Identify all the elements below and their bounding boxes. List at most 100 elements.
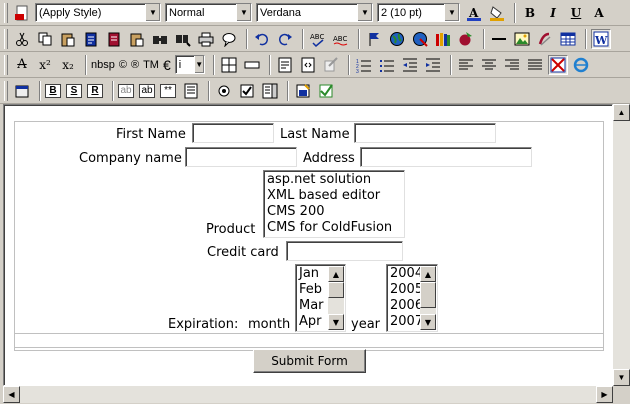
chevron-down-icon[interactable]: ▼ (193, 56, 204, 73)
chevron-down-icon[interactable]: ▼ (236, 4, 251, 21)
month-listbox[interactable]: Jan Feb Mar Apr ▲ ▼ (295, 264, 346, 332)
word-document-icon[interactable]: W (591, 28, 611, 49)
insert-checkbox-icon[interactable] (237, 81, 257, 101)
scroll-up-icon[interactable]: ▲ (613, 104, 630, 121)
paste-text-icon[interactable] (81, 29, 101, 49)
scroll-down-icon[interactable]: ▼ (420, 314, 436, 330)
scroll-up-icon[interactable]: ▲ (420, 266, 436, 282)
superscript-button[interactable]: x² (35, 55, 55, 75)
list-item[interactable]: asp.net solution (264, 172, 404, 188)
insert-span-icon[interactable] (242, 55, 262, 75)
insert-radio-icon[interactable] (214, 81, 234, 101)
insert-form-icon[interactable] (12, 81, 32, 101)
hyperlink-icon[interactable] (387, 29, 407, 49)
spellcheck-as-you-type-icon[interactable]: ABC (331, 29, 351, 49)
insert-submit-s[interactable]: S (66, 83, 82, 98)
copyright-button[interactable]: © (119, 59, 127, 71)
horizontal-rule-icon[interactable] (489, 29, 509, 49)
nbsp-button[interactable]: nbsp (91, 59, 115, 71)
undo-icon[interactable] (252, 29, 272, 49)
apply-style-select[interactable]: (Apply Style) ▼ (35, 3, 161, 22)
cut-icon[interactable] (12, 29, 32, 49)
insert-image-button-icon[interactable] (293, 81, 313, 101)
trademark-button[interactable]: TM (143, 59, 159, 71)
align-justify-icon[interactable] (525, 55, 545, 75)
toolbar-grip[interactable] (4, 28, 8, 49)
underline-button[interactable]: U (566, 3, 586, 23)
replace-icon[interactable] (173, 29, 193, 49)
font-family-select[interactable]: Verdana ▼ (256, 3, 373, 22)
product-listbox[interactable]: asp.net solution XML based editor CMS 20… (263, 170, 405, 238)
indent-icon[interactable] (423, 55, 443, 75)
align-left-icon[interactable] (456, 55, 476, 75)
list-item[interactable]: XML based editor (264, 188, 404, 204)
insert-listbox-icon[interactable] (260, 81, 280, 101)
scroll-thumb[interactable] (420, 282, 436, 308)
insert-button-b[interactable]: B (45, 83, 61, 98)
paste-icon[interactable] (58, 29, 78, 49)
scroll-down-icon[interactable]: ▼ (328, 314, 344, 330)
find-icon[interactable] (150, 29, 170, 49)
insert-hidden-field[interactable]: ab (118, 83, 134, 98)
scroll-left-icon[interactable]: ◀ (3, 386, 20, 403)
month-scrollbar[interactable]: ▲ ▼ (328, 266, 344, 330)
outdent-icon[interactable] (400, 55, 420, 75)
editor-horizontal-scrollbar[interactable]: ◀ ▶ (3, 386, 613, 403)
paste-word-icon[interactable] (104, 29, 124, 49)
subscript-button[interactable]: x₂ (58, 55, 78, 75)
validate-form-icon[interactable] (316, 81, 336, 101)
insert-table-icon[interactable] (558, 29, 578, 49)
library-icon[interactable] (433, 29, 453, 49)
insert-code-icon[interactable] (298, 55, 318, 75)
year-scrollbar[interactable]: ▲ ▼ (420, 266, 436, 330)
registered-button[interactable]: ® (131, 59, 139, 71)
unordered-list-icon[interactable] (377, 55, 397, 75)
font-color-button[interactable]: A (589, 3, 609, 23)
editor-vertical-scrollbar[interactable]: ▲ ▼ (613, 104, 630, 386)
chevron-down-icon[interactable]: ▼ (145, 4, 160, 21)
scroll-right-icon[interactable]: ▶ (596, 386, 613, 403)
copy-icon[interactable] (35, 29, 55, 49)
font-size-select[interactable]: 2 (10 pt) ▼ (377, 3, 460, 22)
insert-password-field[interactable]: ** (160, 83, 176, 98)
list-item[interactable]: CMS 200 (264, 204, 404, 220)
insert-textarea-icon[interactable] (181, 81, 201, 101)
insert-object-icon[interactable] (456, 29, 476, 49)
submit-form-button[interactable]: Submit Form (253, 349, 366, 373)
absolute-position-icon[interactable] (321, 55, 341, 75)
chevron-down-icon[interactable]: ▼ (444, 4, 459, 21)
insert-flash-icon[interactable] (535, 29, 555, 49)
chevron-down-icon[interactable]: ▼ (357, 4, 372, 21)
list-item[interactable]: CMS for ColdFusion (264, 220, 404, 236)
ordered-list-icon[interactable]: 123 (354, 55, 374, 75)
toolbar-grip[interactable] (4, 54, 8, 75)
font-color-icon[interactable]: A (464, 3, 484, 23)
style-icon[interactable] (12, 3, 32, 23)
special-char-select[interactable]: i ▼ (174, 55, 205, 74)
toolbar-grip[interactable] (4, 80, 8, 101)
address-field[interactable] (360, 147, 532, 167)
remove-link-icon[interactable] (410, 29, 430, 49)
euro-button[interactable]: € (163, 57, 171, 73)
insert-text-field[interactable]: ab (139, 83, 155, 98)
table-grid-icon[interactable] (219, 55, 239, 75)
print-icon[interactable] (196, 29, 216, 49)
page-properties-icon[interactable] (275, 55, 295, 75)
bold-button[interactable]: B (520, 3, 540, 23)
paragraph-format-select[interactable]: Normal ▼ (165, 3, 252, 22)
italic-button[interactable]: I (543, 3, 563, 23)
bookmark-icon[interactable] (364, 29, 384, 49)
redo-icon[interactable] (275, 29, 295, 49)
spellcheck-icon[interactable]: ABC (308, 29, 328, 49)
insert-image-icon[interactable] (512, 29, 532, 49)
scroll-up-icon[interactable]: ▲ (328, 266, 344, 282)
strikethrough-button[interactable]: A (12, 55, 32, 75)
scroll-down-icon[interactable]: ▼ (613, 369, 630, 386)
clean-code-icon[interactable] (127, 29, 147, 49)
insert-reset-r[interactable]: R (87, 83, 103, 98)
credit-card-field[interactable] (286, 241, 403, 261)
align-right-icon[interactable] (502, 55, 522, 75)
last-name-field[interactable] (354, 123, 496, 143)
comment-icon[interactable] (219, 29, 239, 49)
editor-content-area[interactable]: First Name Last Name Company name Addres… (3, 104, 613, 386)
